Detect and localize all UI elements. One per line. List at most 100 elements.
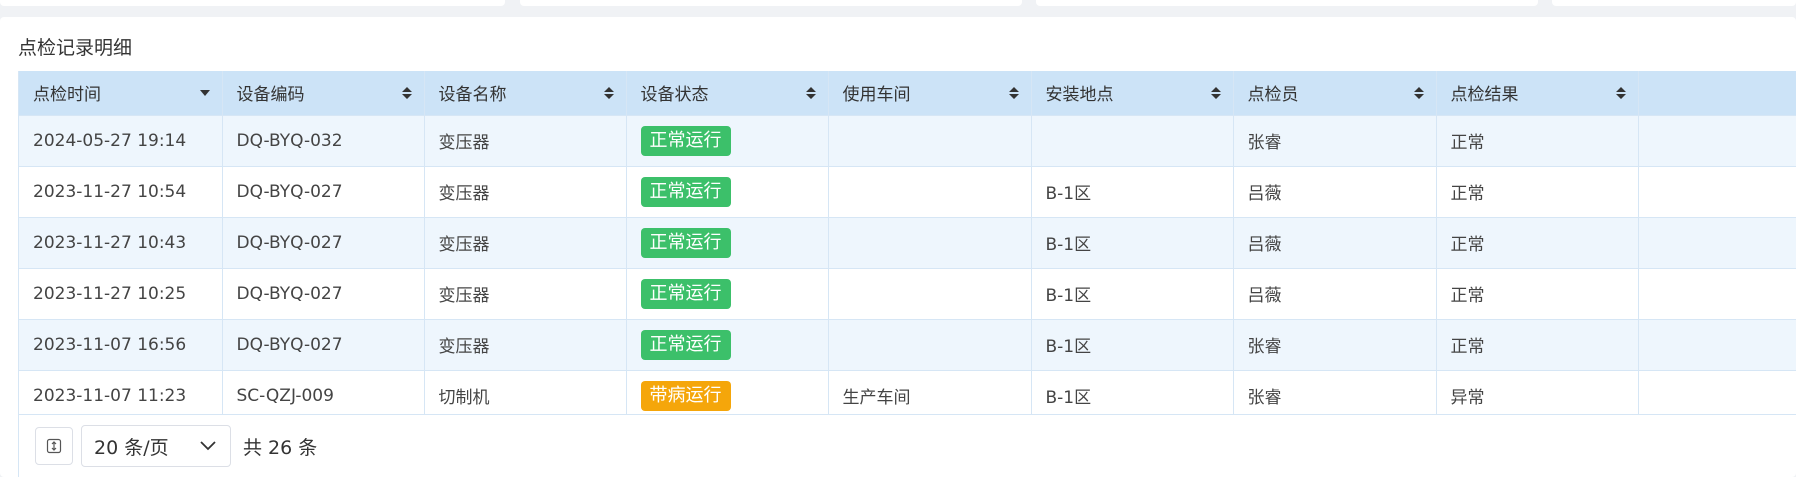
column-header-label: 设备状态 <box>640 85 709 106</box>
summary-card <box>0 0 505 6</box>
cell-inspector: 张睿 <box>1233 319 1437 371</box>
column-header-inspector[interactable]: 点检员 <box>1233 71 1437 116</box>
cell-result: 正常 <box>1436 319 1639 371</box>
cell-name: 变压器 <box>424 217 627 269</box>
total-count: 共 26 条 <box>243 436 318 459</box>
cell-location: B-1区 <box>1031 370 1234 414</box>
cell-inspector: 张睿 <box>1233 115 1437 167</box>
cell-location <box>1031 115 1234 167</box>
cell-time: 2023-11-27 10:25 <box>19 268 223 320</box>
table-row[interactable]: 2023-11-27 10:43 DQ-BYQ-027 变压器 正常运行 B-1… <box>19 217 1796 269</box>
cell-location: B-1区 <box>1031 268 1234 320</box>
column-header-location[interactable]: 安装地点 <box>1031 71 1234 116</box>
table-row[interactable]: 2023-11-07 11:23 SC-QZJ-009 切制机 带病运行 生产车… <box>19 370 1796 414</box>
sort-icon[interactable] <box>401 86 412 100</box>
cell-name: 变压器 <box>424 115 627 167</box>
cell-time: 2023-11-07 11:23 <box>19 370 223 414</box>
column-header-extra <box>1638 71 1796 116</box>
sort-icon[interactable] <box>1615 86 1626 100</box>
cell-status: 正常运行 <box>626 319 829 371</box>
cell-workshop <box>828 319 1032 371</box>
records-table-container[interactable]: 点检时间 设备编码 设备名称 设备状态 使用车间 安装地点 点检员 点检结果 2… <box>18 71 1796 414</box>
cell-workshop <box>828 268 1032 320</box>
sort-icon[interactable] <box>603 86 614 100</box>
cell-code: DQ-BYQ-032 <box>222 115 425 167</box>
sort-desc-icon[interactable] <box>199 86 210 100</box>
cell-name: 切制机 <box>424 370 627 414</box>
cell-extra <box>1638 166 1796 218</box>
cell-code: DQ-BYQ-027 <box>222 268 425 320</box>
status-badge: 正常运行 <box>640 278 731 309</box>
column-header-result[interactable]: 点检结果 <box>1436 71 1639 116</box>
cell-time: 2024-05-27 19:14 <box>19 115 223 167</box>
cell-extra <box>1638 115 1796 167</box>
summary-card <box>1552 0 1796 6</box>
table-row[interactable]: 2023-11-07 16:56 DQ-BYQ-027 变压器 正常运行 B-1… <box>19 319 1796 371</box>
sort-icon[interactable] <box>1413 86 1424 100</box>
column-header-equipment-name[interactable]: 设备名称 <box>424 71 627 116</box>
cell-code: DQ-BYQ-027 <box>222 319 425 371</box>
status-badge: 正常运行 <box>640 227 731 258</box>
cell-extra <box>1638 217 1796 269</box>
cell-result: 正常 <box>1436 268 1639 320</box>
inspection-records-panel: 点检记录明细 点检时间 设备编码 设备名称 设备状态 使用车间 安装地点 点检员… <box>0 17 1796 477</box>
cell-inspector: 张睿 <box>1233 370 1437 414</box>
table-header-row: 点检时间 设备编码 设备名称 设备状态 使用车间 安装地点 点检员 点检结果 <box>19 71 1796 116</box>
page-size-label: 20 条/页 <box>94 436 169 459</box>
cell-status: 正常运行 <box>626 166 829 218</box>
column-header-inspection-time[interactable]: 点检时间 <box>19 71 223 116</box>
cell-name: 变压器 <box>424 268 627 320</box>
cell-time: 2023-11-07 16:56 <box>19 319 223 371</box>
cell-status: 带病运行 <box>626 370 829 414</box>
cell-name: 变压器 <box>424 166 627 218</box>
table-row[interactable]: 2023-11-27 10:54 DQ-BYQ-027 变压器 正常运行 B-1… <box>19 166 1796 218</box>
table-row[interactable]: 2024-05-27 19:14 DQ-BYQ-032 变压器 正常运行 张睿 … <box>19 115 1796 167</box>
cell-location: B-1区 <box>1031 217 1234 269</box>
summary-card <box>1036 0 1538 6</box>
cell-time: 2023-11-27 10:54 <box>19 166 223 218</box>
cell-code: SC-QZJ-009 <box>222 370 425 414</box>
cell-inspector: 吕薇 <box>1233 166 1437 218</box>
column-header-label: 设备编码 <box>236 85 305 106</box>
cell-status: 正常运行 <box>626 268 829 320</box>
column-header-label: 点检员 <box>1247 85 1299 106</box>
cell-workshop <box>828 217 1032 269</box>
table-row[interactable]: 2023-11-27 10:25 DQ-BYQ-027 变压器 正常运行 B-1… <box>19 268 1796 320</box>
column-header-equipment-status[interactable]: 设备状态 <box>626 71 829 116</box>
status-badge: 正常运行 <box>640 329 731 360</box>
cell-result: 异常 <box>1436 370 1639 414</box>
cell-code: DQ-BYQ-027 <box>222 166 425 218</box>
column-header-label: 安装地点 <box>1045 85 1114 106</box>
cell-result: 正常 <box>1436 166 1639 218</box>
panel-title: 点检记录明细 <box>18 37 133 59</box>
pagination-bar: 20 条/页 共 26 条 <box>18 414 1796 477</box>
cell-location: B-1区 <box>1031 166 1234 218</box>
cell-status: 正常运行 <box>626 217 829 269</box>
column-header-workshop[interactable]: 使用车间 <box>828 71 1032 116</box>
cell-extra <box>1638 319 1796 371</box>
page-size-select[interactable]: 20 条/页 <box>81 425 231 467</box>
sort-icon[interactable] <box>1008 86 1019 100</box>
cell-result: 正常 <box>1436 217 1639 269</box>
sort-icon[interactable] <box>1210 86 1221 100</box>
collapse-icon <box>46 438 62 454</box>
summary-card <box>520 0 1022 6</box>
column-header-equipment-code[interactable]: 设备编码 <box>222 71 425 116</box>
cell-workshop <box>828 115 1032 167</box>
status-badge: 正常运行 <box>640 125 731 156</box>
cell-extra <box>1638 370 1796 414</box>
toggle-pagination-button[interactable] <box>35 427 73 465</box>
sort-icon[interactable] <box>805 86 816 100</box>
cell-location: B-1区 <box>1031 319 1234 371</box>
column-header-label: 点检结果 <box>1450 85 1519 106</box>
column-header-label: 使用车间 <box>842 85 911 106</box>
status-badge: 正常运行 <box>640 176 731 207</box>
column-header-label: 点检时间 <box>33 85 101 106</box>
cell-inspector: 吕薇 <box>1233 268 1437 320</box>
cell-workshop: 生产车间 <box>828 370 1032 414</box>
cell-workshop <box>828 166 1032 218</box>
cell-result: 正常 <box>1436 115 1639 167</box>
cell-name: 变压器 <box>424 319 627 371</box>
status-badge: 带病运行 <box>640 380 731 411</box>
top-summary-cards <box>0 0 1796 6</box>
